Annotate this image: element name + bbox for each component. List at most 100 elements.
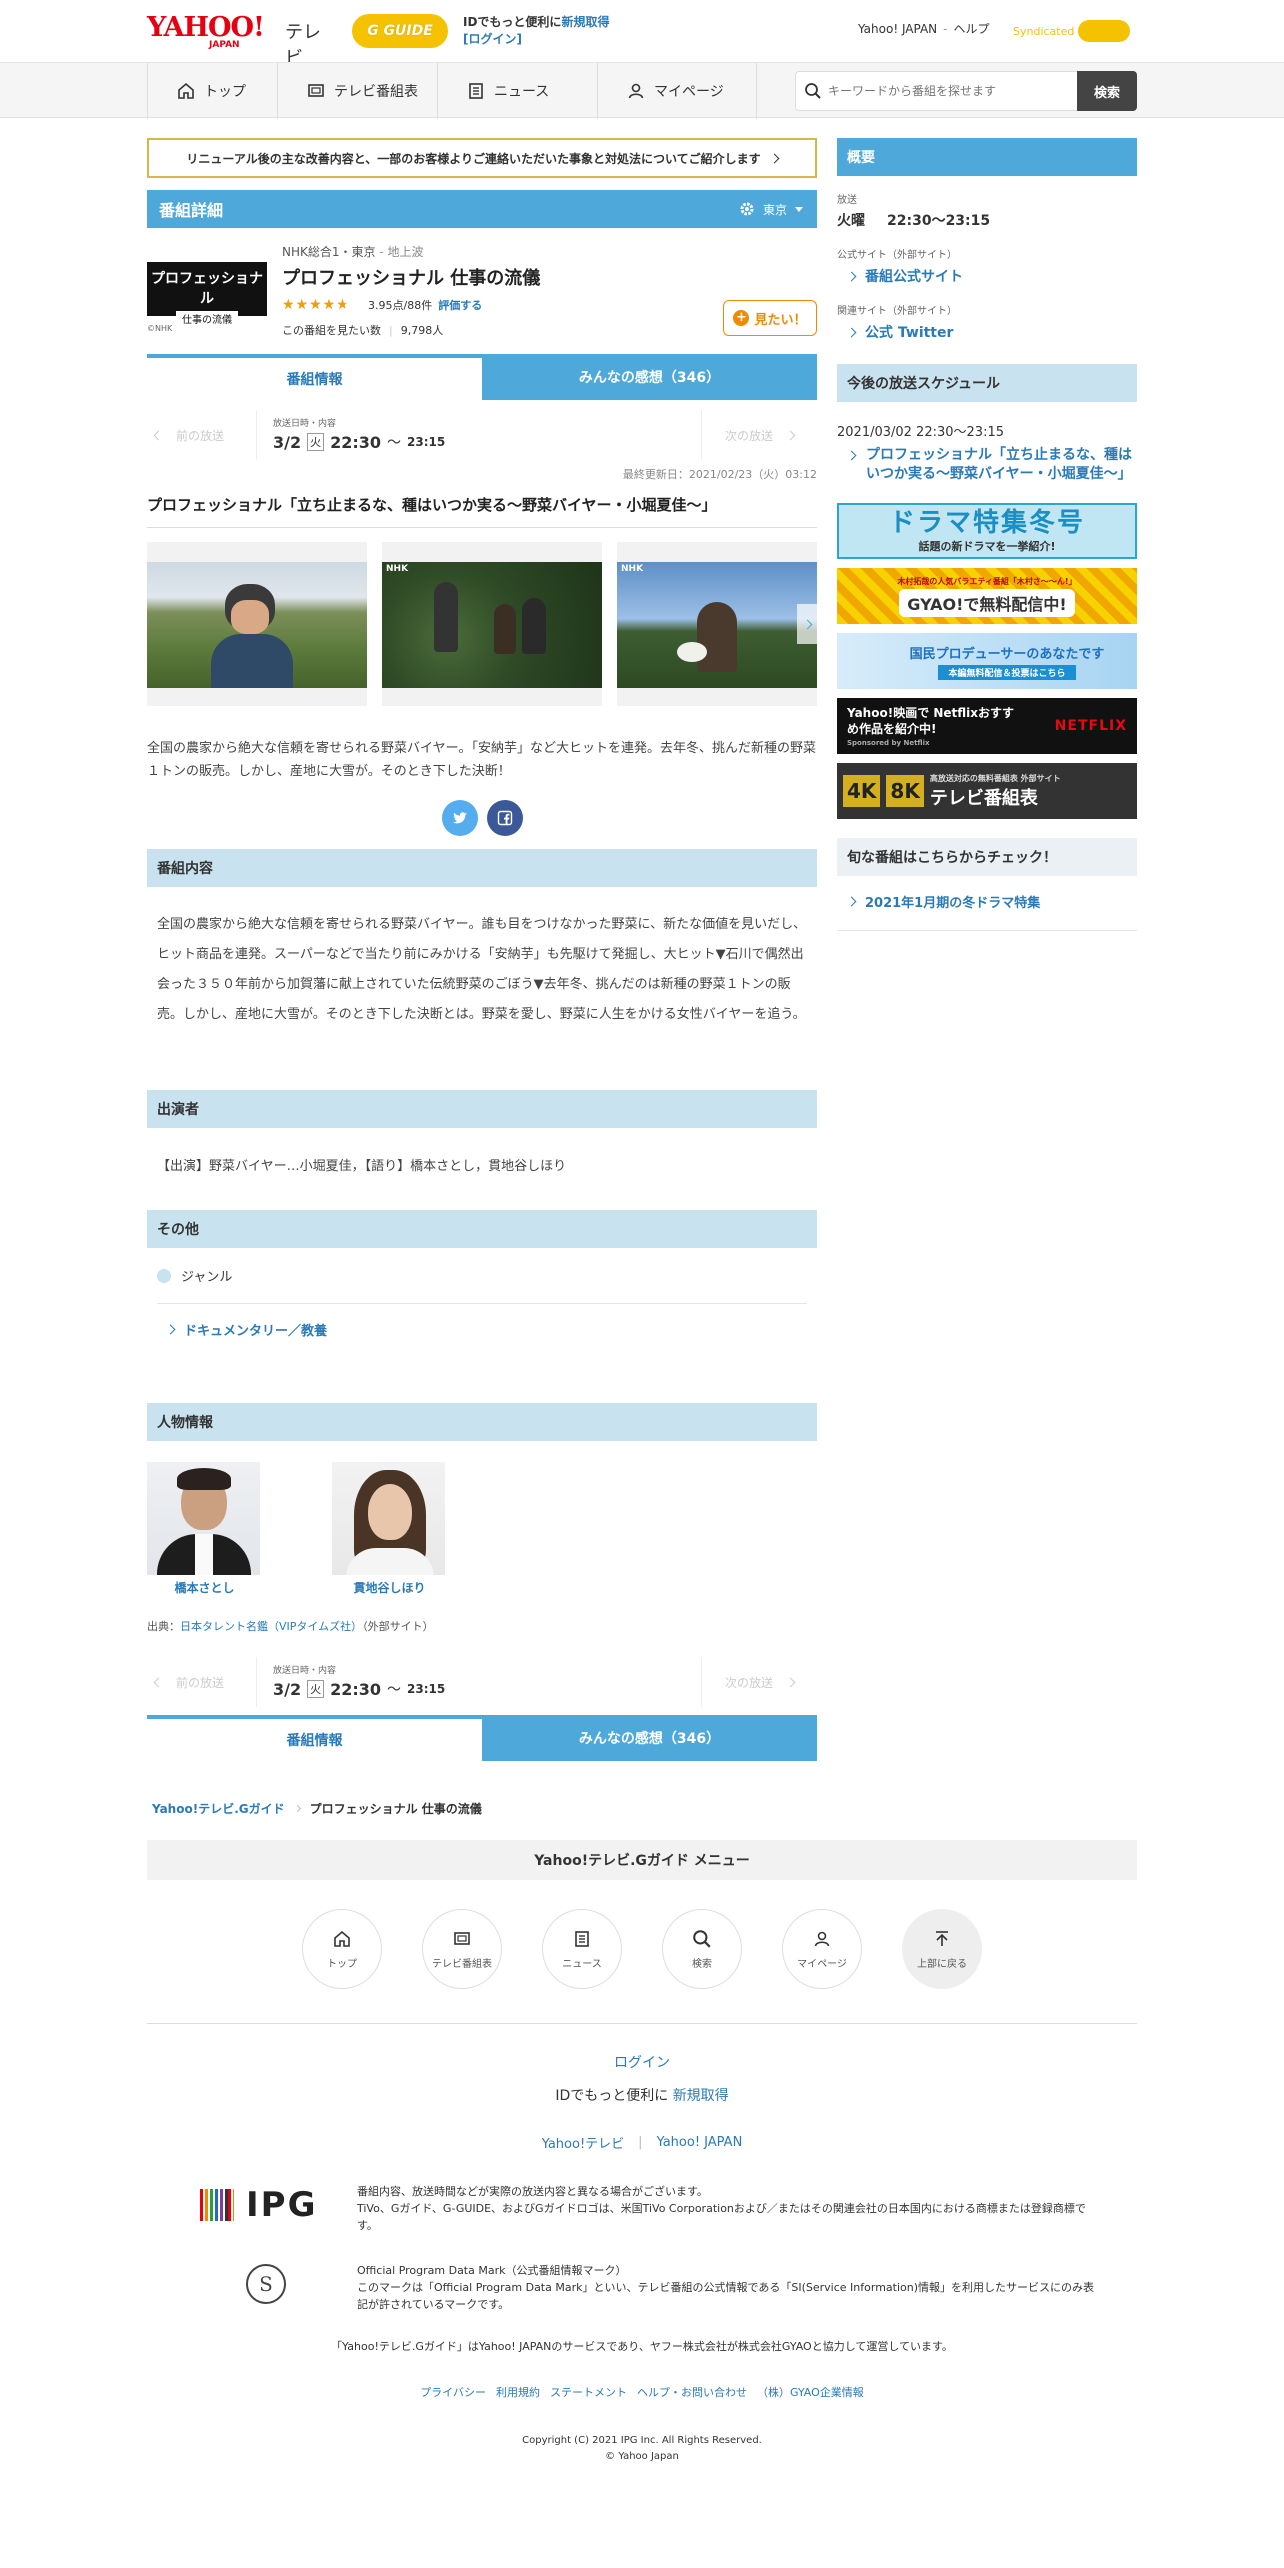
content-text: 全国の農家から絶大な信頼を寄せられる野菜バイヤー。誰も目をつけなかった野菜に、新…: [157, 917, 807, 1022]
header-right-links: Yahoo! JAPAN - ヘルプ: [858, 20, 990, 37]
banner4-sponsor: Sponsored by Netflix: [847, 739, 930, 747]
search-field-wrap: [795, 71, 1077, 111]
menu-back-to-top-label: 上部に戻る: [917, 1958, 967, 1970]
yahoo-japan-link[interactable]: Yahoo! JAPAN: [858, 22, 937, 36]
photo-2[interactable]: NHK: [382, 542, 602, 706]
separator: |: [638, 2135, 643, 2150]
schedule-nav-bottom: 前の放送 放送日時・内容 3/2 火 22:30 〜 23:15 次の放送: [147, 1657, 817, 1707]
chevron-right-icon: [785, 1677, 796, 1687]
login-link[interactable]: [ログイン]: [463, 32, 522, 46]
sidebar-twitter-link[interactable]: 公式 Twitter: [846, 322, 954, 342]
rate-link[interactable]: 評価する: [438, 297, 482, 313]
broadcast-date: 3/2: [273, 1679, 302, 1699]
statement-link[interactable]: ステートメント: [550, 2384, 627, 2400]
yahoo-tv-logo[interactable]: YAHOO! JAPAN テレビ: [147, 12, 337, 69]
banner-produce101[interactable]: 国民プロデューサーのあなたです 本編無料配信＆投票はこちら: [837, 633, 1137, 689]
cast-text: 【出演】野菜バイヤー…小堀夏佳，【語り】橋本さとし，貫地谷しほり: [157, 1159, 567, 1174]
footer-yahoo-japan-link[interactable]: Yahoo! JAPAN: [657, 2135, 743, 2150]
broadcast-end: 23:15: [407, 435, 446, 449]
menu-mypage[interactable]: マイページ: [782, 1909, 862, 1989]
opd-notice: Official Program Data Mark（公式番組情報マーク） この…: [357, 2262, 1097, 2313]
sidebar-official-link[interactable]: 番組公式サイト: [846, 266, 963, 286]
sidebar-seasonal-link[interactable]: 2021年1月期の冬ドラマ特集: [846, 892, 1040, 911]
nav-mypage[interactable]: マイページ: [597, 63, 757, 119]
banner2-text: 木村拓哉の人気バラエティ番組「木村さ〜〜ん!」: [897, 576, 1077, 586]
menu-tv-schedule-label: テレビ番組表: [432, 1958, 492, 1970]
signup-link[interactable]: 新規取得: [561, 15, 609, 29]
broadcast-start: 22:30: [330, 1679, 382, 1699]
footer-login-link[interactable]: ログイン: [614, 2055, 670, 2071]
breadcrumb-current: プロフェッショナル 仕事の流儀: [309, 1802, 482, 1816]
chevron-right-icon: [846, 271, 857, 281]
source-label: 出典：: [147, 1620, 180, 1633]
menu-top[interactable]: トップ: [302, 1909, 382, 1989]
photo-gallery: NHK NHK: [147, 542, 817, 706]
broadcast-datetime: 放送日時・内容 3/2 火 22:30 〜 23:15: [273, 416, 445, 452]
facebook-icon: [497, 810, 513, 826]
menu-search[interactable]: 検索: [662, 1909, 742, 1989]
breadcrumb-home[interactable]: Yahoo!テレビ.Gガイド: [152, 1800, 285, 1817]
want-label: この番組を見たい数: [282, 324, 381, 337]
tv-icon: [454, 1931, 470, 1945]
syndicated-logo: Syndicated: [1013, 20, 1131, 42]
nav-news[interactable]: ニュース: [437, 63, 597, 119]
prev-broadcast-button-bottom[interactable]: 前の放送: [147, 1657, 257, 1707]
terms-link[interactable]: 利用規約: [496, 2384, 540, 2400]
copyright: Copyright (C) 2021 IPG Inc. All Rights R…: [0, 2433, 1284, 2465]
search-input[interactable]: [828, 84, 1068, 98]
tab-reviews-bottom[interactable]: みんなの感想（346）: [482, 1715, 817, 1761]
help-contact-link[interactable]: ヘルプ・お問い合わせ: [637, 2384, 747, 2400]
source-link[interactable]: 日本タレント名鑑（VIPタイムズ社）: [180, 1620, 362, 1633]
broadcast-tilde: 〜: [387, 435, 402, 451]
footer-yahoo-tv-link[interactable]: Yahoo!テレビ: [542, 2133, 624, 2152]
divider: [157, 1303, 807, 1304]
genre-link[interactable]: ドキュメンタリー／教養: [165, 1320, 327, 1339]
tab-program-info[interactable]: 番組情報: [147, 354, 482, 400]
tab-reviews[interactable]: みんなの感想（346）: [482, 354, 817, 400]
photo-3[interactable]: NHK: [617, 542, 817, 706]
menu-back-to-top[interactable]: 上部に戻る: [902, 1909, 982, 1989]
banner-netflix[interactable]: Yahoo!映画で Netflixおすすめ作品を紹介中! Sponsored b…: [837, 698, 1137, 754]
menu-news[interactable]: ニュース: [542, 1909, 622, 1989]
person-name-2: 貫地谷しほり: [353, 1581, 426, 1595]
person-card-2[interactable]: 貫地谷しほり: [332, 1462, 447, 1596]
photo-1[interactable]: [147, 542, 367, 706]
banner-4k8k-gguide[interactable]: 4K 8K 高放送対応の無料番組表 外部サイト テレビ番組表: [837, 763, 1137, 819]
gallery-next-button[interactable]: [797, 604, 817, 644]
banner1-sub: 話題の新ドラマを一挙紹介!: [918, 540, 1056, 553]
footer-signup-link[interactable]: 新規取得: [673, 2088, 729, 2104]
gyao-company-link[interactable]: （株）GYAO企業情報: [757, 2384, 864, 2400]
tab-program-info-bottom[interactable]: 番組情報: [147, 1715, 482, 1761]
user-icon: [628, 83, 644, 99]
next-broadcast-button-bottom[interactable]: 次の放送: [701, 1657, 817, 1707]
next-broadcast-button[interactable]: 次の放送: [701, 410, 817, 460]
want-button[interactable]: + 見たい！: [723, 300, 817, 336]
ipg-notice: 番組内容、放送時間などが実際の放送内容と異なる場合がございます。 TiVo、Gガ…: [357, 2183, 1097, 2234]
banner5-8k: 8K: [886, 775, 924, 807]
help-link[interactable]: ヘルプ: [953, 20, 989, 37]
program-thumbnail: プロフェッショナル 仕事の流儀: [147, 262, 267, 326]
prev-broadcast-button[interactable]: 前の放送: [147, 410, 257, 460]
facebook-share-button[interactable]: [487, 800, 523, 836]
twitter-icon: [453, 812, 467, 824]
menu-top-label: トップ: [327, 1958, 357, 1970]
broadcast-start: 22:30: [330, 432, 382, 452]
renewal-notice[interactable]: リニューアル後の主な改善内容と、一部のお客様よりご連絡いただいた事象と対処法につ…: [147, 138, 817, 178]
twitter-share-button[interactable]: [442, 800, 478, 836]
menu-tv-schedule[interactable]: テレビ番組表: [422, 1909, 502, 1989]
privacy-link[interactable]: プライバシー: [420, 2384, 486, 2400]
person-card-1[interactable]: 橋本さとし: [147, 1462, 262, 1596]
sidebar-upcoming-link[interactable]: プロフェッショナル「立ち止まるな、種はいつか実る〜野菜バイヤー・小堀夏佳〜」: [846, 446, 1137, 484]
plus-circle-icon: +: [733, 310, 750, 326]
nav-tv-schedule[interactable]: テレビ番組表: [277, 63, 437, 119]
banner5-4k: 4K: [843, 775, 881, 807]
nav-top[interactable]: トップ: [147, 63, 277, 119]
gguide-logo[interactable]: G GUIDE: [352, 14, 448, 48]
chevron-right-icon: [165, 1324, 176, 1335]
region-selector[interactable]: 東京: [739, 201, 803, 218]
search-button[interactable]: 検索: [1077, 71, 1137, 111]
nav-tv-schedule-label: テレビ番組表: [334, 84, 418, 100]
banner-kimura-gyao[interactable]: 木村拓哉の人気バラエティ番組「木村さ〜〜ん!」 GYAO!で無料配信中!: [837, 568, 1137, 624]
sidebar-twitter-link-label: 公式 Twitter: [865, 325, 954, 341]
banner-drama-winter[interactable]: ドラマ特集冬号 話題の新ドラマを一挙紹介!: [837, 503, 1137, 559]
